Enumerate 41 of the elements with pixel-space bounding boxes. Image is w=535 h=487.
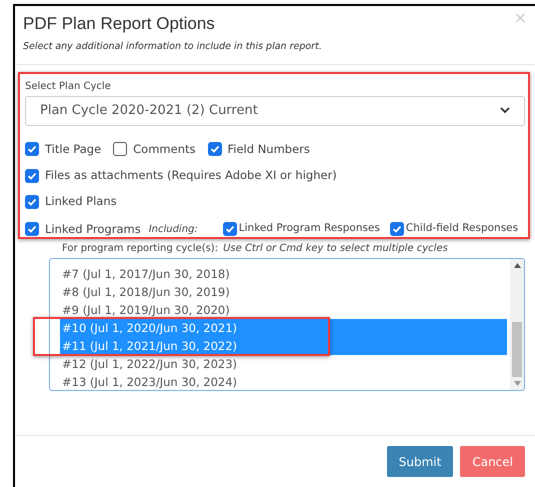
checkbox[interactable] bbox=[208, 142, 222, 156]
checkbox-label: Title Page bbox=[45, 140, 102, 158]
checkbox[interactable] bbox=[113, 142, 128, 156]
checkbox-label: Child-field Responses bbox=[406, 221, 518, 236]
including-label: Including: bbox=[148, 222, 198, 237]
plan-cycle-select[interactable]: Plan Cycle 2020-2021 (2) Current bbox=[25, 96, 525, 126]
check-icon bbox=[27, 170, 37, 181]
chevron-down-icon bbox=[500, 107, 510, 114]
check-icon bbox=[27, 224, 37, 234]
dialog-title: PDF Plan Report Options bbox=[23, 13, 215, 35]
checkbox[interactable] bbox=[390, 222, 404, 236]
checkbox[interactable] bbox=[25, 222, 39, 236]
scroll-down-icon bbox=[514, 380, 520, 386]
checkbox-label: Linked Plans bbox=[45, 193, 117, 210]
checkbox[interactable] bbox=[25, 194, 39, 209]
cycles-hint-note: Use Ctrl or Cmd key to select multiple cycles bbox=[223, 242, 448, 256]
checkbox-label: Files as attachments (Requires Adobe XI or higher) bbox=[45, 167, 337, 184]
field-label: Select Plan Cycle bbox=[25, 80, 112, 94]
cycle-option[interactable]: #7 (Jul 1, 2017/Jun 30, 2018) bbox=[60, 264, 507, 283]
check-icon bbox=[27, 196, 37, 207]
checkbox-label: Comments bbox=[133, 140, 196, 158]
checkbox-label: Field Numbers bbox=[228, 140, 310, 158]
cycles-hint-label: For program reporting cycle(s): bbox=[62, 242, 218, 256]
checkbox[interactable] bbox=[25, 142, 39, 156]
check-icon bbox=[27, 144, 37, 154]
cycle-option[interactable]: #9 (Jul 1, 2019/Jun 30, 2020) bbox=[60, 300, 507, 319]
check-icon bbox=[224, 224, 235, 234]
cycle-option[interactable]: #12 (Jul 1, 2022/Jun 30, 2023) bbox=[60, 354, 507, 373]
checkbox-label: Linked Programs bbox=[45, 220, 141, 238]
check-icon bbox=[210, 144, 220, 154]
checkbox-label: Linked Program Responses bbox=[238, 221, 380, 236]
cycle-option[interactable]: #8 (Jul 1, 2018/Jun 30, 2019) bbox=[60, 282, 507, 301]
dialog-subtitle: Select any additional information to include in this plan report. bbox=[23, 40, 323, 54]
dialog-button[interactable]: Submit bbox=[386, 446, 454, 477]
scrollbar[interactable] bbox=[510, 258, 524, 390]
scroll-up-icon bbox=[514, 262, 520, 268]
cycles-listbox[interactable] bbox=[49, 258, 525, 391]
checkbox[interactable] bbox=[222, 222, 237, 236]
cycle-option[interactable]: #13 (Jul 1, 2023/Jun 30, 2024) bbox=[60, 372, 507, 390]
check-icon bbox=[392, 224, 402, 234]
checkbox[interactable] bbox=[25, 168, 39, 183]
